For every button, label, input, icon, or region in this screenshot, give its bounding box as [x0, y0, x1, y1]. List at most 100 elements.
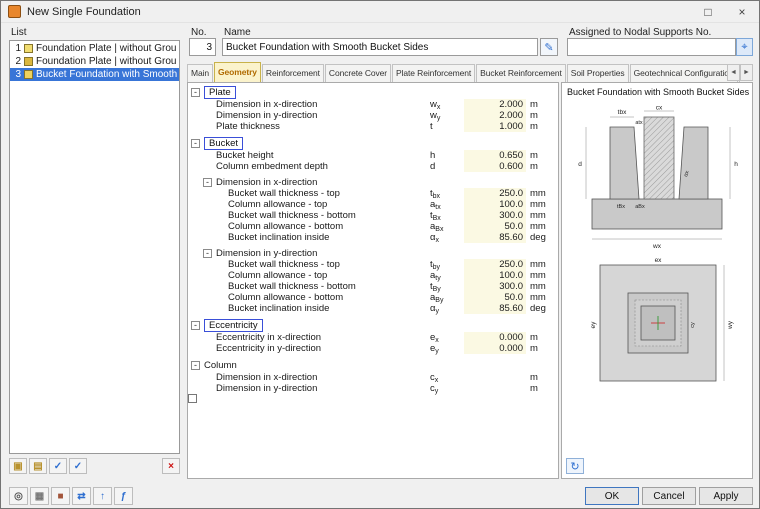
cancel-button[interactable]: Cancel [642, 487, 696, 505]
param-value[interactable]: 300.0 [464, 281, 526, 292]
dim-label-d: d [578, 161, 582, 168]
param-value[interactable]: 85.60 [464, 303, 526, 314]
param-unit: mm [526, 210, 558, 221]
new-item-button[interactable]: ▣ [9, 458, 27, 474]
list-item-1[interactable]: 1Foundation Plate | without Groundwater … [10, 42, 179, 55]
dim-label-cy: cy [690, 322, 696, 328]
group-label: Dimension in y-direction [216, 248, 317, 259]
param-row-column-allowance-top: Column allowance - topatx100.0mm [188, 199, 558, 210]
param-value[interactable]: 250.0 [464, 188, 526, 199]
list-item-2[interactable]: 2 Foundation Plate | without Groundwater … [10, 55, 179, 68]
list-item-label: Foundation Plate | without Groundwater ( [36, 56, 177, 67]
settings-table-button[interactable]: ▦ [30, 487, 49, 505]
symbol-sub: x [436, 237, 440, 244]
import-button[interactable]: ↑ [93, 487, 112, 505]
dim-label-wx: wx [652, 243, 662, 250]
dim-label-h: h [734, 161, 738, 168]
param-value[interactable]: 50.0 [464, 221, 526, 232]
param-unit: deg [526, 303, 558, 314]
param-value[interactable]: 100.0 [464, 199, 526, 210]
param-label: Bucket inclination inside [188, 232, 430, 243]
tab-geotechnical-configuration[interactable]: Geotechnical Configuration [630, 64, 738, 82]
param-value[interactable]: 300.0 [464, 210, 526, 221]
param-value[interactable]: 50.0 [464, 292, 526, 303]
param-grid: -PlateDimension in x-directionwx2.000mDi… [187, 82, 559, 479]
apply-button[interactable]: Apply [699, 487, 753, 505]
group-label: Bucket [204, 137, 243, 150]
maximize-button[interactable]: □ [691, 1, 725, 23]
param-unit: m [526, 99, 558, 110]
param-unit: m [526, 372, 558, 383]
tab-plate-reinforcement[interactable]: Plate Reinforcement [392, 64, 475, 82]
tab-soil-properties[interactable]: Soil Properties [567, 64, 629, 82]
check-all-button[interactable]: ✓ [69, 458, 87, 474]
delete-item-button[interactable]: × [162, 458, 180, 474]
rotate-view-button[interactable]: ↻ [566, 458, 584, 474]
app-icon [8, 5, 21, 18]
list-item-number: 3 [12, 69, 21, 80]
tab-bucket-reinforcement[interactable]: Bucket Reinforcement [476, 64, 566, 82]
collapse-toggle-icon[interactable]: - [191, 321, 200, 330]
collapse-toggle-icon[interactable]: - [203, 249, 212, 258]
param-row-base-plate-at-column-base: Base plate at column base [188, 394, 197, 403]
copy-item-button[interactable]: ▤ [29, 458, 47, 474]
search-button[interactable]: ◎ [9, 487, 28, 505]
param-unit: m [526, 161, 558, 172]
check-item-button[interactable]: ✓ [49, 458, 67, 474]
list-item-label: Bucket Foundation with Smooth Bucket Si [36, 69, 177, 80]
foundation-list[interactable]: 1 Foundation Plate | without Groundwater … [9, 40, 180, 454]
param-value[interactable]: 100.0 [464, 270, 526, 281]
list-item-number: 1 [12, 43, 21, 54]
param-label: Dimension in y-direction [188, 383, 430, 394]
symbol-main: t [430, 121, 433, 132]
param-value[interactable]: 1.000 [464, 121, 526, 132]
list-item-number: 2 [12, 56, 21, 67]
param-row-column-allowance-bottom: Column allowance - bottomaBy50.0mm [188, 292, 558, 303]
name-field[interactable] [222, 38, 538, 56]
collapse-toggle-icon[interactable]: - [203, 178, 212, 187]
color-swatch-button[interactable]: ■ [51, 487, 70, 505]
collapse-toggle-icon[interactable]: - [191, 361, 200, 370]
symbol-sub: y [436, 308, 440, 315]
param-label: Column allowance - top [188, 199, 430, 210]
param-value[interactable]: 0.000 [464, 343, 526, 354]
tab-scroll-arrows: ◄ ► [727, 64, 753, 81]
formula-button[interactable]: ƒ [114, 487, 133, 505]
bottom-toolbar: ◎▦■⇄↑ƒ [9, 487, 133, 505]
tab-concrete-cover[interactable]: Concrete Cover [325, 64, 391, 82]
param-value[interactable]: 0.650 [464, 150, 526, 161]
param-unit: m [526, 383, 558, 394]
param-unit: mm [526, 188, 558, 199]
tab-scroll-left-icon[interactable]: ◄ [727, 64, 740, 81]
collapse-toggle-icon[interactable]: - [191, 88, 200, 97]
param-value[interactable]: 85.60 [464, 232, 526, 243]
list-item-3[interactable]: 3 Bucket Foundation with Smooth Bucket Si [10, 68, 179, 81]
assigned-supports-field[interactable] [567, 38, 736, 56]
ok-button[interactable]: OK [585, 487, 639, 505]
param-row-bucket-inclination-inside: Bucket inclination insideαy85.60deg [188, 303, 558, 314]
param-symbol: cy [430, 383, 464, 395]
tab-scroll-right-icon[interactable]: ► [740, 64, 753, 81]
tab-reinforcement[interactable]: Reinforcement [262, 64, 324, 82]
select-supports-button[interactable]: ⌖ [736, 38, 753, 56]
param-row-bucket-wall-thickness-bottom: Bucket wall thickness - bottomtBx300.0mm [188, 210, 558, 221]
param-symbol: d [430, 161, 464, 173]
no-field[interactable] [189, 38, 216, 56]
tab-main[interactable]: Main [187, 64, 213, 82]
close-button[interactable]: × [725, 1, 759, 23]
titlebar: New Single Foundation □ × [1, 1, 759, 23]
sync-button[interactable]: ⇄ [72, 487, 91, 505]
param-value[interactable]: 2.000 [464, 99, 526, 110]
collapse-toggle-icon[interactable]: - [191, 139, 200, 148]
tab-geometry[interactable]: Geometry [214, 62, 261, 82]
param-group-plate: -Plate [188, 86, 558, 99]
group-label: Column [204, 360, 237, 371]
param-value[interactable]: 2.000 [464, 110, 526, 121]
param-value[interactable]: 0.600 [464, 161, 526, 172]
param-value[interactable]: 0.000 [464, 332, 526, 343]
param-unit: mm [526, 259, 558, 270]
param-value[interactable]: 250.0 [464, 259, 526, 270]
diagram-panel: Bucket Foundation with Smooth Bucket Sid… [561, 82, 753, 479]
param-row-eccentricity-in-x-direction: Eccentricity in x-directionex0.000m [188, 332, 558, 343]
edit-name-button[interactable]: ✎ [540, 38, 558, 56]
